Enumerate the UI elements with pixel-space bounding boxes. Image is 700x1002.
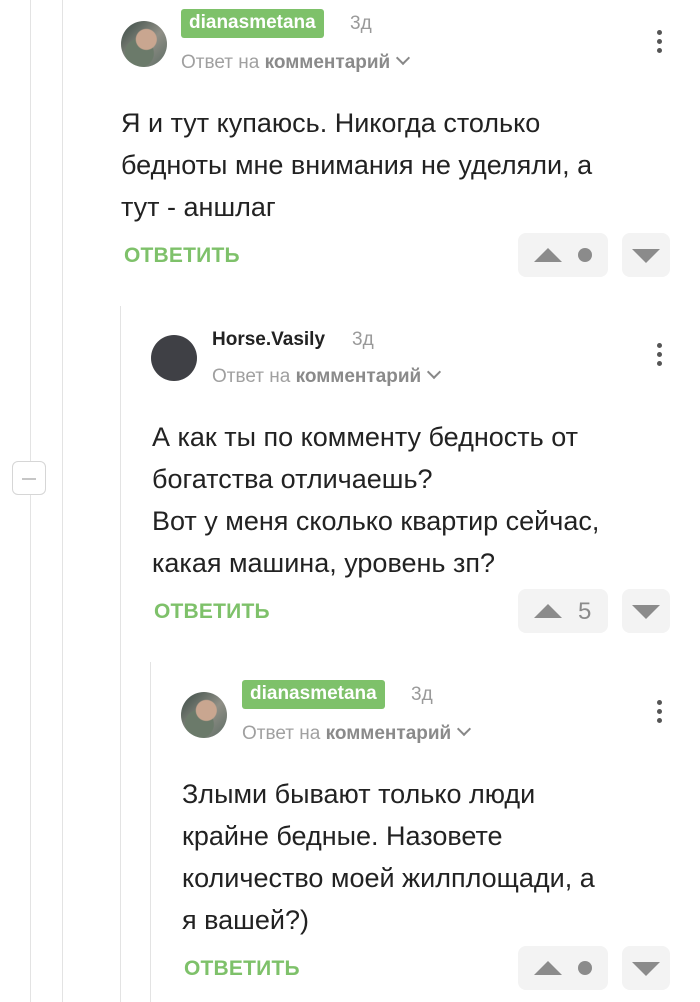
comment-text-line: количество моей жилплощади, а [182, 863, 595, 893]
comment-text-line: Злыми бывают только люди [182, 779, 536, 809]
comment-time: 3д [411, 684, 433, 705]
comment-text-line: я вашей?) [182, 905, 309, 935]
upvote-button[interactable] [518, 946, 608, 990]
comment-author-link[interactable]: dianasmetana [242, 680, 385, 709]
comment-text: Злыми бывают только люди крайне бедные. … [182, 773, 682, 941]
reply-to-target: комментарий [325, 723, 452, 744]
comment: dianasmetana 3д Ответ на комментарий Злы… [0, 0, 700, 1002]
rating-hidden-dot [578, 961, 592, 975]
more-options-icon[interactable] [657, 700, 663, 727]
upvote-icon [534, 961, 562, 975]
reply-to-prefix: Ответ на [242, 723, 321, 744]
downvote-button[interactable] [622, 946, 670, 990]
chevron-down-icon [457, 721, 472, 737]
avatar[interactable] [181, 692, 227, 738]
downvote-icon [632, 962, 660, 976]
comment-text-line: крайне бедные. Назовете [182, 821, 503, 851]
reply-to-link[interactable]: Ответ на комментарий [242, 721, 472, 745]
reply-button[interactable]: ОТВЕТИТЬ [184, 957, 300, 981]
